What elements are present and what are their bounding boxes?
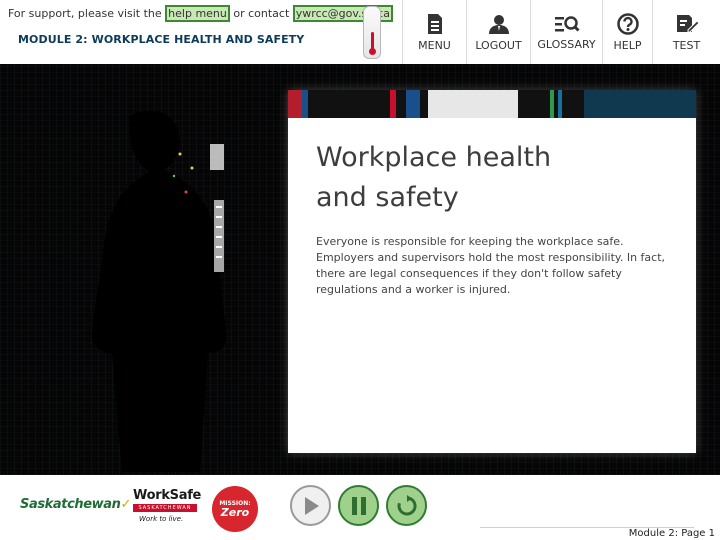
help-button[interactable]: HELP <box>602 0 652 64</box>
replay-icon <box>397 494 416 515</box>
worksafe-sub: SASKATCHEWAN <box>138 505 192 511</box>
glossary-button[interactable]: GLOSSARY <box>530 0 602 64</box>
worksafe-logo-text: WorkSafe <box>133 488 202 503</box>
menu-label: MENU <box>418 38 451 52</box>
card-banner-image <box>288 90 696 118</box>
footer: Saskatchewan✓ WorkSafe SASKATCHEWAN Work… <box>0 475 720 540</box>
worksafe-tagline: Work to live. <box>139 515 184 523</box>
header: For support, please visit the help menu … <box>0 0 720 64</box>
document-list-icon <box>427 13 442 34</box>
app-root: For support, please visit the help menu … <box>0 0 720 540</box>
logout-label: LOGOUT <box>475 38 522 52</box>
glossary-label: GLOSSARY <box>537 37 596 51</box>
card-title-line1: Workplace health <box>316 142 552 173</box>
mission-zero-logo: MISSION: Zero <box>212 486 258 532</box>
module-title: MODULE 2: WORKPLACE HEALTH AND SAFETY <box>18 33 305 46</box>
help-menu-link[interactable]: help menu <box>165 5 230 22</box>
test-button[interactable]: TEST <box>652 0 720 64</box>
user-icon <box>488 14 509 34</box>
logout-button[interactable]: LOGOUT <box>466 0 530 64</box>
pause-icon <box>351 496 366 515</box>
mission-zero-main: Zero <box>220 505 250 519</box>
pause-button[interactable] <box>338 485 379 526</box>
content-card: Workplace health and safety Everyone is … <box>288 90 696 453</box>
page-indicator: Module 2: Page 1 <box>628 528 715 539</box>
edit-icon <box>676 14 699 32</box>
test-label: TEST <box>672 38 701 52</box>
support-prefix: For support, please visit the <box>8 7 162 20</box>
search-list-icon <box>554 15 580 32</box>
play-button[interactable] <box>290 485 331 526</box>
play-icon <box>304 496 319 515</box>
content-stage: Workplace health and safety Everyone is … <box>0 64 720 475</box>
worker-silhouette-image <box>91 110 227 472</box>
saskatchewan-logo: Saskatchewan✓ <box>20 497 132 512</box>
top-nav: MENU LOGOUT GLOSSARY HELP TEST <box>402 0 720 64</box>
saskatchewan-logo-text: Saskatchewan <box>20 497 121 512</box>
card-body-text: Everyone is responsible for keeping the … <box>316 235 666 296</box>
support-line: For support, please visit the help menu … <box>8 5 393 22</box>
menu-button[interactable]: MENU <box>402 0 466 64</box>
support-middle: or contact <box>233 7 290 20</box>
question-icon <box>616 12 639 35</box>
card-title: Workplace health and safety <box>316 138 551 218</box>
help-label: HELP <box>613 38 642 52</box>
thermometer-icon <box>363 6 381 59</box>
replay-button[interactable] <box>386 485 427 526</box>
card-title-line2: and safety <box>316 182 459 213</box>
worksafe-logo: WorkSafe SASKATCHEWAN Work to live. <box>133 488 202 523</box>
